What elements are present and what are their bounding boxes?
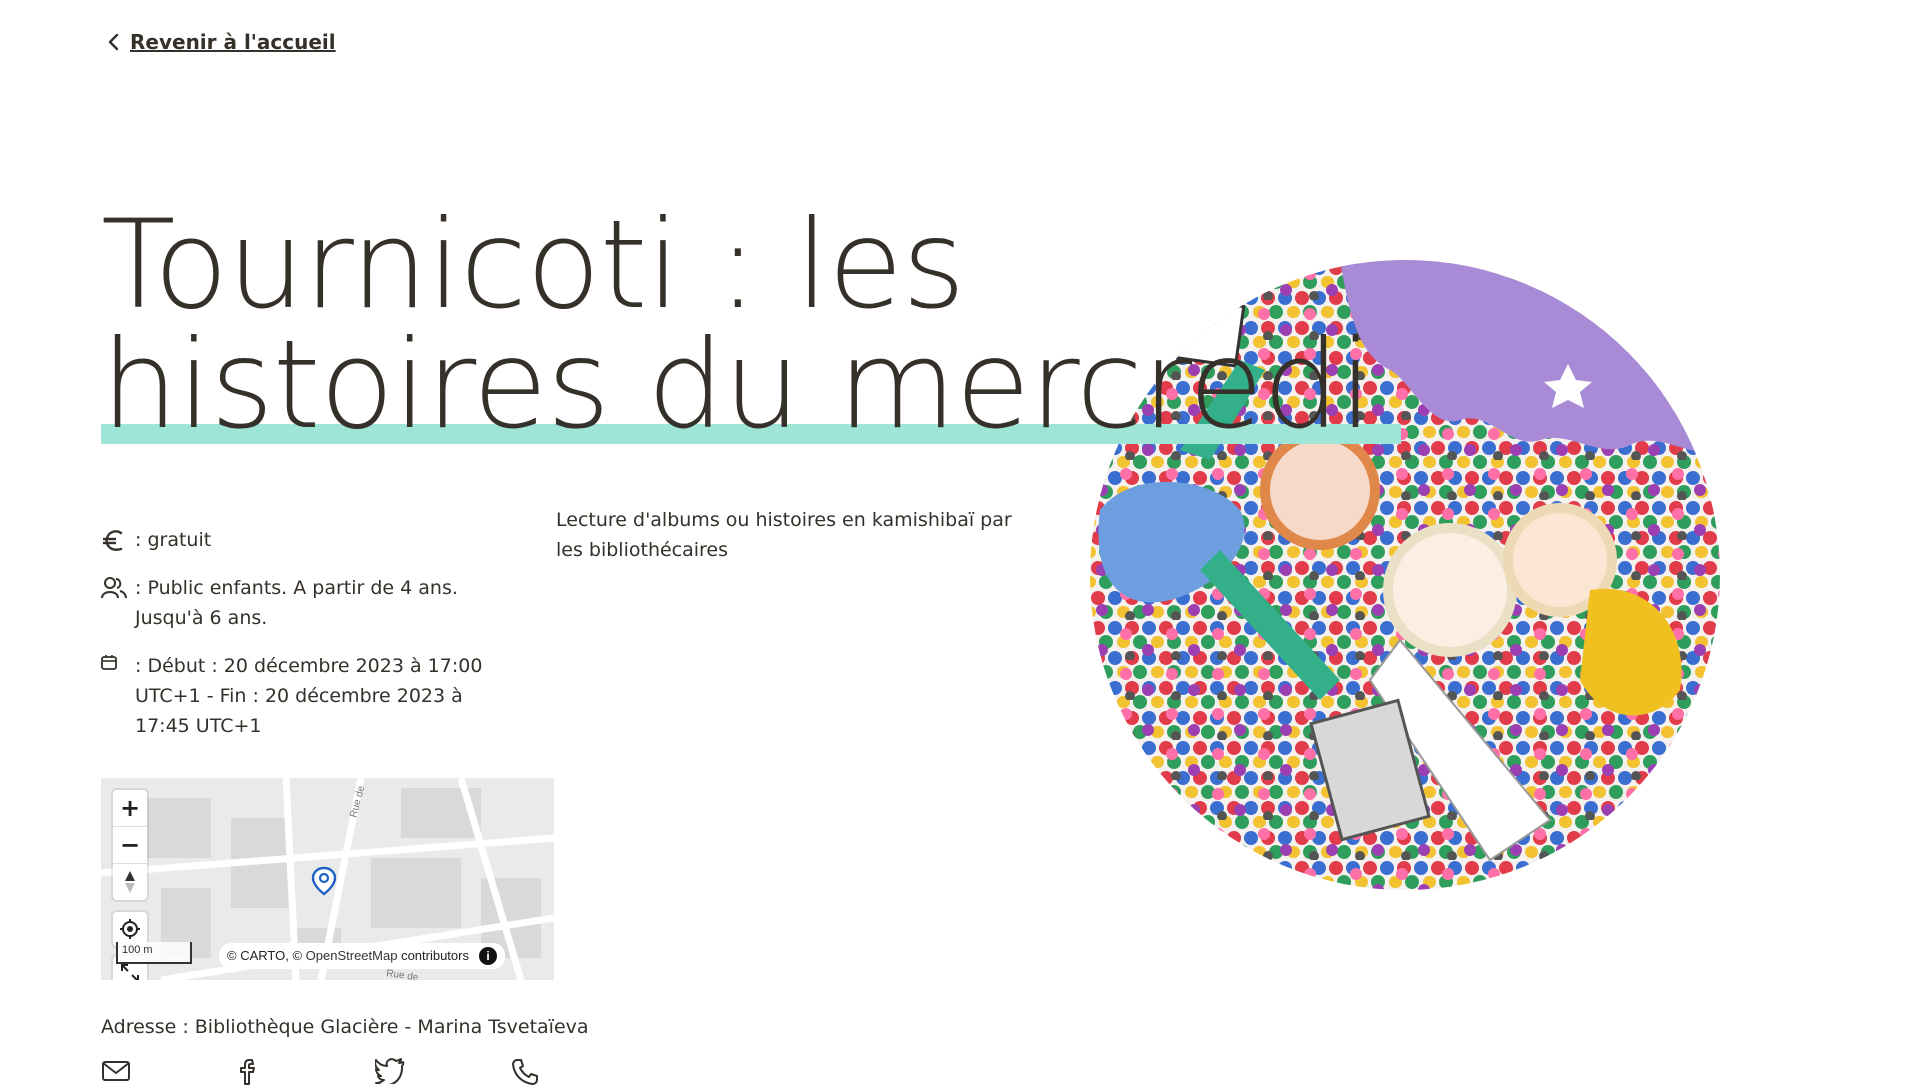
calendar-icon: [101, 651, 135, 670]
dates-row: : Début : 20 décembre 2023 à 17:00 UTC+1…: [101, 651, 561, 741]
map-attribution: © CARTO, © OpenStreetMap contributors i: [219, 943, 505, 969]
price-row: : gratuit: [101, 525, 561, 555]
geolocate-button[interactable]: [113, 912, 147, 946]
euro-icon: [101, 525, 135, 554]
location-map[interactable]: Rue de Rue de + − 100 m © CARTO, © OpenS…: [101, 778, 554, 980]
back-link-label: Revenir à l'accueil: [130, 30, 336, 54]
audience-row: : Public enfants. A partir de 4 ans. Jus…: [101, 573, 561, 633]
compass-button[interactable]: [113, 864, 147, 900]
share-links: [101, 1058, 541, 1088]
page-title: Tournicoti : les histoires du mercredi: [101, 194, 1373, 456]
people-icon: [101, 573, 135, 600]
compass-icon: [125, 871, 135, 893]
locate-icon: [120, 919, 140, 939]
event-description: Lecture d'albums ou histoires en kamishi…: [556, 509, 1012, 561]
fullscreen-icon: [121, 964, 139, 980]
attribution-suffix: contributors: [401, 948, 469, 963]
event-info: : gratuit : Public enfants. A partir de …: [101, 525, 561, 759]
audience-text: : Public enfants. A partir de 4 ans. Jus…: [135, 577, 458, 629]
price-text: : gratuit: [135, 529, 212, 551]
map-pin-icon[interactable]: [311, 866, 337, 896]
facebook-icon[interactable]: [239, 1058, 259, 1090]
attribution-prefix: © CARTO, ©: [227, 948, 303, 963]
map-zoom-controls: + −: [113, 790, 147, 900]
attribution-info-icon[interactable]: i: [478, 947, 497, 965]
zoom-out-button[interactable]: −: [113, 827, 147, 864]
osm-link[interactable]: OpenStreetMap: [306, 948, 398, 963]
zoom-in-button[interactable]: +: [113, 790, 147, 827]
back-to-home-link[interactable]: Revenir à l'accueil: [106, 30, 336, 54]
chevron-left-icon: [108, 33, 119, 51]
dates-text: : Début : 20 décembre 2023 à 17:00 UTC+1…: [135, 655, 483, 737]
map-scale: 100 m: [116, 942, 192, 964]
title-block: Tournicoti : les histoires du mercredi: [101, 194, 1401, 456]
twitter-icon[interactable]: [374, 1058, 405, 1088]
mail-icon[interactable]: [101, 1058, 131, 1088]
phone-icon[interactable]: [511, 1058, 539, 1090]
event-address: Adresse : Bibliothèque Glacière - Marina…: [101, 1016, 589, 1038]
